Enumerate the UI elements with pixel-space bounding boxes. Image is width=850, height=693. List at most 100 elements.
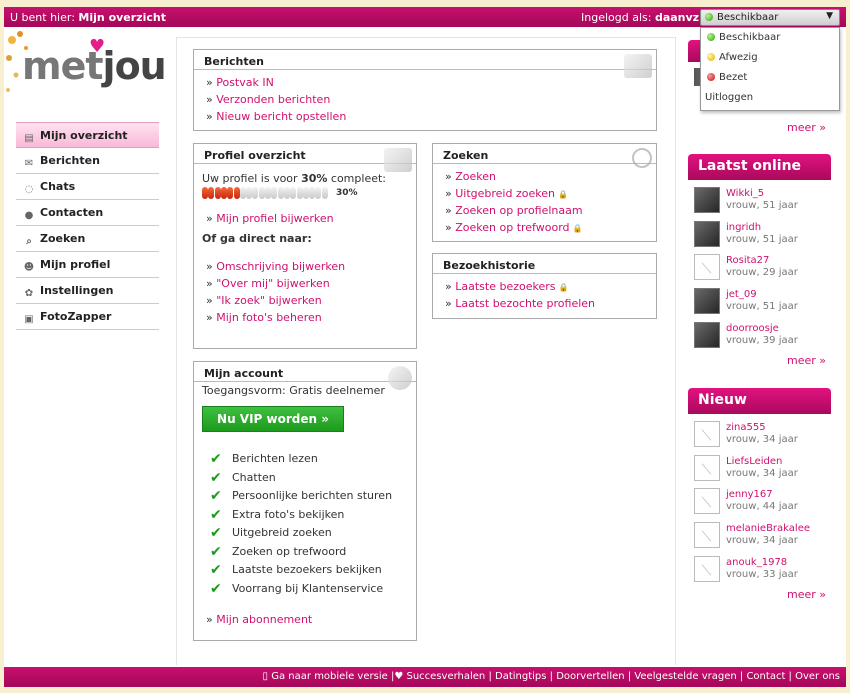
- sidebar-item-mijn-overzicht[interactable]: ▤ Mijn overzicht: [16, 122, 159, 148]
- user-list-item[interactable]: jenny167 vrouw, 44 jaar: [694, 486, 834, 520]
- user-name-link[interactable]: jenny167: [726, 489, 773, 500]
- magnifier-icon: [632, 148, 652, 168]
- site-logo[interactable]: metjou ♥: [4, 30, 167, 102]
- user-name-link[interactable]: jet_09: [726, 289, 757, 300]
- progress-segment: [309, 187, 316, 199]
- progress-segment: [202, 187, 208, 199]
- user-info: vrouw, 51 jaar: [726, 301, 798, 313]
- progress-segment: [265, 187, 271, 199]
- profiel-bijwerken-link[interactable]: Mijn profiel bijwerken: [216, 212, 333, 225]
- progress-segment: [239, 187, 246, 199]
- sidebar-item-instellingen[interactable]: ✿ Instellingen: [16, 278, 159, 304]
- user-list-item[interactable]: Rosita27 vrouw, 29 jaar: [694, 252, 834, 286]
- nieuw-bericht-link[interactable]: Nieuw bericht opstellen: [216, 110, 346, 123]
- user-list-item[interactable]: jet_09 vrouw, 51 jaar: [694, 286, 834, 320]
- fotos-beheren-link[interactable]: Mijn foto's beheren: [216, 311, 321, 324]
- feature-label: Extra foto's bekijken: [232, 507, 345, 521]
- avatar[interactable]: [694, 254, 720, 281]
- abonnement-link[interactable]: Mijn abonnement: [216, 613, 312, 626]
- status-dropdown[interactable]: Beschikbaar ▼: [700, 9, 840, 26]
- meer-link[interactable]: meer »: [787, 121, 826, 134]
- avatar[interactable]: [694, 220, 720, 247]
- user-name-link[interactable]: Rosita27: [726, 255, 769, 266]
- meer-link[interactable]: meer »: [787, 588, 826, 601]
- progress-segment: [233, 187, 240, 199]
- sidebar-item-contacten[interactable]: ● Contacten: [16, 200, 159, 226]
- status-option-available[interactable]: Beschikbaar: [701, 28, 839, 48]
- user-list-item[interactable]: ingridh vrouw, 51 jaar: [694, 219, 834, 253]
- footer-link-datingtips[interactable]: Datingtips: [495, 671, 546, 682]
- postvak-in-link[interactable]: Postvak IN: [216, 76, 274, 89]
- zoeken-link[interactable]: Zoeken: [455, 170, 496, 183]
- user-list-item[interactable]: doorroosje vrouw, 39 jaar: [694, 320, 834, 354]
- user-name-link[interactable]: zina555: [726, 422, 766, 433]
- laatst-bezochte-link[interactable]: Laatst bezochte profielen: [455, 297, 595, 310]
- completion-percentage: 30%: [301, 172, 328, 185]
- footer-link-over-ons[interactable]: Over ons: [795, 671, 840, 682]
- zoeken-trefwoord-link[interactable]: Zoeken op trefwoord: [455, 221, 569, 234]
- status-option-label: Beschikbaar: [719, 32, 781, 43]
- footer-link-faq[interactable]: Veelgestelde vragen: [634, 671, 736, 682]
- user-list-item[interactable]: LiefsLeiden vrouw, 34 jaar: [694, 453, 834, 487]
- laatste-bezoekers-link[interactable]: Laatste bezoekers: [455, 280, 555, 293]
- status-option-away[interactable]: Afwezig: [701, 48, 839, 68]
- user-list-item[interactable]: zina555 vrouw, 34 jaar: [694, 419, 834, 453]
- panel-title: Bezoekhistorie: [433, 260, 656, 274]
- ik-zoek-link[interactable]: "Ik zoek" bijwerken: [216, 294, 321, 307]
- user-name-link[interactable]: ingridh: [726, 222, 761, 233]
- user-list-item[interactable]: Wikki_5 vrouw, 51 jaar: [694, 185, 834, 219]
- magnifier-icon: ⌕: [26, 236, 32, 247]
- sidebar-item-berichten[interactable]: ✉ Berichten: [16, 148, 159, 174]
- omschrijving-link[interactable]: Omschrijving bijwerken: [216, 260, 345, 273]
- logout-option[interactable]: Uitloggen: [701, 88, 839, 108]
- uitgebreid-zoeken-link[interactable]: Uitgebreid zoeken: [455, 187, 555, 200]
- logout-label: Uitloggen: [705, 92, 754, 103]
- avatar[interactable]: [694, 488, 720, 515]
- lock-icon: 🔒: [557, 190, 568, 199]
- footer-link-doorvertellen[interactable]: Doorvertellen: [556, 671, 624, 682]
- available-dot-icon: [705, 13, 713, 21]
- avatar[interactable]: [694, 522, 720, 549]
- sidebar-item-fotozapper[interactable]: ▣ FotoZapper: [16, 304, 159, 330]
- user-name-link[interactable]: anouk_1978: [726, 557, 787, 568]
- status-option-busy[interactable]: Bezet: [701, 68, 839, 88]
- sidebar-item-zoeken[interactable]: ⌕ Zoeken: [16, 226, 159, 252]
- sidebar-item-mijn-profiel[interactable]: ☻ Mijn profiel: [16, 252, 159, 278]
- sidebar-nav: ▤ Mijn overzicht ✉ Berichten ◌ Chats ● Conta…: [16, 122, 159, 330]
- footer-link-succesverhalen[interactable]: Succesverhalen: [406, 671, 485, 682]
- feature-item: ✔ Zoeken op trefwoord: [210, 543, 392, 562]
- avatar[interactable]: [694, 288, 720, 315]
- lock-icon: 🔒: [572, 224, 583, 233]
- vip-button[interactable]: Nu VIP worden »: [202, 406, 344, 432]
- avatar[interactable]: [694, 321, 720, 348]
- contacts-icon: ●: [24, 210, 34, 221]
- footer: ▯ Ga naar mobiele versie |♥ Succesverhal…: [4, 667, 846, 687]
- user-info: vrouw, 39 jaar: [726, 334, 798, 346]
- user-name-link[interactable]: Wikki_5: [726, 188, 764, 199]
- meer-link[interactable]: meer »: [787, 354, 826, 367]
- user-list-item[interactable]: melanieBrakalee vrouw, 34 jaar: [694, 520, 834, 554]
- progress-segment: [302, 187, 309, 199]
- avatar[interactable]: [694, 187, 720, 213]
- user-info: vrouw, 33 jaar: [726, 568, 798, 580]
- checkmark-icon: ✔: [210, 469, 222, 486]
- avatar[interactable]: [694, 454, 720, 481]
- over-mij-link[interactable]: "Over mij" bijwerken: [216, 277, 330, 290]
- user-list-item[interactable]: anouk_1978 vrouw, 33 jaar: [694, 554, 834, 588]
- heart-icon: ♥: [89, 36, 106, 57]
- avatar[interactable]: [694, 421, 720, 447]
- user-name-link[interactable]: LiefsLeiden: [726, 456, 782, 467]
- progress-segment: [290, 187, 297, 199]
- avatar[interactable]: [694, 555, 720, 582]
- user-name-link[interactable]: melanieBrakalee: [726, 523, 810, 534]
- user-name-link[interactable]: doorroosje: [726, 323, 779, 334]
- footer-link-contact[interactable]: Contact: [746, 671, 785, 682]
- heart-icon: ♥: [394, 671, 404, 682]
- status-selected-label: Beschikbaar: [717, 12, 779, 23]
- checkmark-icon: ✔: [210, 525, 222, 541]
- footer-link-mobiel[interactable]: Ga naar mobiele versie: [271, 671, 388, 682]
- access-type: Toegangsvorm: Gratis deelnemer: [202, 384, 385, 397]
- verzonden-berichten-link[interactable]: Verzonden berichten: [216, 93, 330, 106]
- sidebar-item-chats[interactable]: ◌ Chats: [16, 174, 159, 200]
- zoeken-profielnaam-link[interactable]: Zoeken op profielnaam: [455, 204, 582, 217]
